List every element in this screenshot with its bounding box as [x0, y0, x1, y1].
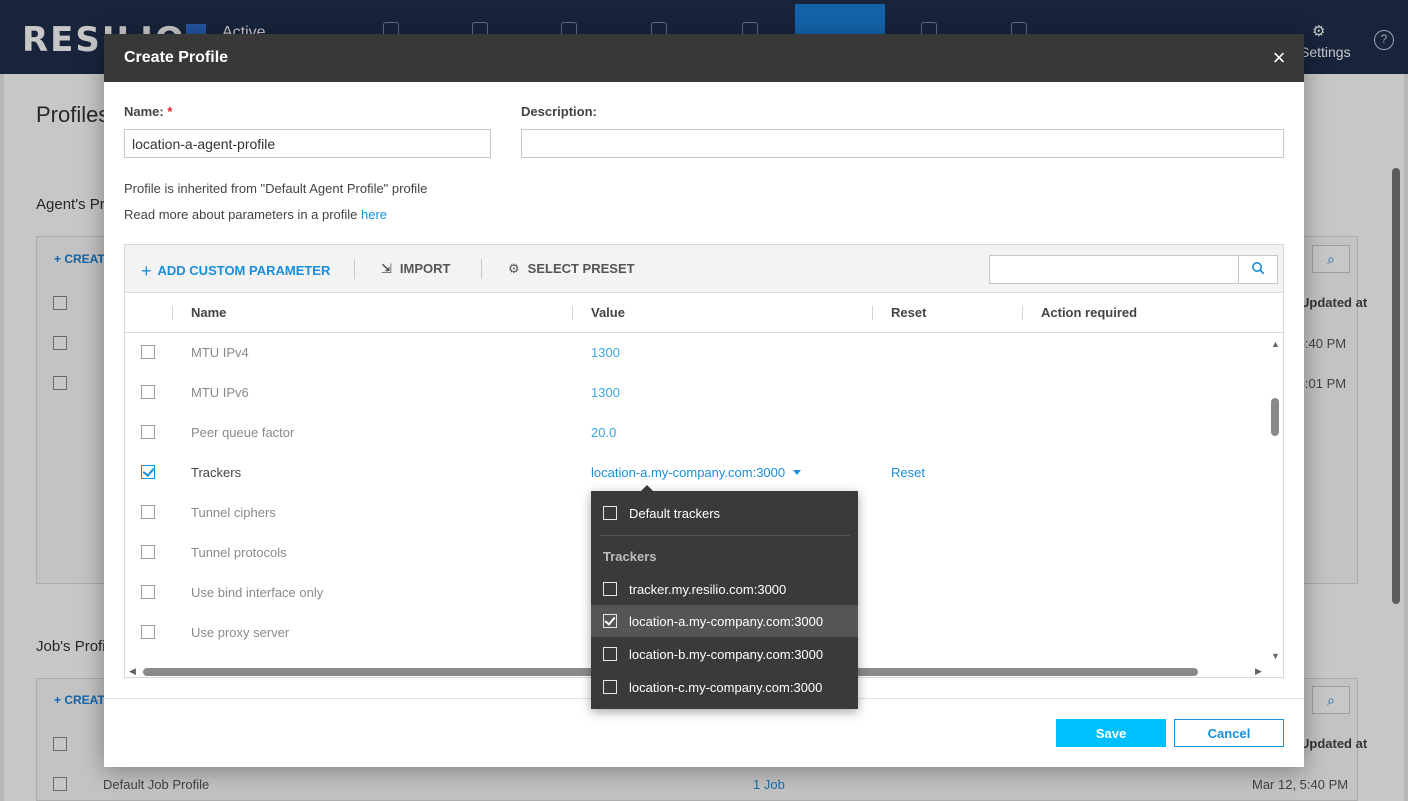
dropdown-checkbox[interactable] [603, 506, 617, 520]
description-input[interactable] [521, 129, 1284, 158]
scroll-up-arrow-icon[interactable]: ▲ [1271, 339, 1280, 349]
row-checkbox[interactable] [141, 385, 155, 399]
dropdown-item-label: location-b.my-company.com:3000 [629, 647, 824, 662]
plus-icon: + [141, 261, 152, 281]
trackers-dropdown-menu: Default trackers Trackers tracker.my.res… [591, 485, 858, 709]
dropdown-item[interactable]: location-c.my-company.com:3000 [591, 671, 858, 703]
import-icon: ⇲ [381, 261, 392, 276]
dropdown-item-selected[interactable]: location-a.my-company.com:3000 [591, 605, 858, 637]
column-divider [1022, 306, 1023, 320]
param-name: Use bind interface only [191, 585, 324, 600]
param-value[interactable]: 1300 [591, 345, 620, 360]
dropdown-group-label: Trackers [603, 549, 657, 564]
dialog-header: Create Profile × [104, 34, 1304, 82]
column-value[interactable]: Value [591, 305, 625, 320]
row-checkbox[interactable] [141, 345, 155, 359]
toolbar-divider [354, 259, 355, 279]
chevron-down-icon [793, 470, 802, 475]
dropdown-item-label: Default trackers [629, 506, 721, 521]
trackers-value-dropdown[interactable]: location-a.my-company.com:3000 [591, 465, 802, 480]
search-button[interactable] [1238, 255, 1278, 284]
column-reset[interactable]: Reset [891, 305, 926, 320]
row-checkbox[interactable] [141, 505, 155, 519]
column-divider [872, 306, 873, 320]
read-more-link[interactable]: here [361, 207, 387, 222]
table-row[interactable]: Peer queue factor 20.0 [125, 413, 1265, 453]
row-checkbox[interactable] [141, 625, 155, 639]
dropdown-checkbox[interactable] [603, 647, 617, 661]
inherit-info-text: Profile is inherited from "Default Agent… [124, 181, 428, 196]
reset-link[interactable]: Reset [891, 465, 925, 480]
dropdown-item-label: tracker.my.resilio.com:3000 [629, 582, 787, 597]
close-icon[interactable]: × [1264, 43, 1294, 73]
select-preset-button[interactable]: ⚙ SELECT PRESET [508, 261, 635, 277]
scroll-right-arrow-icon[interactable]: ▶ [1255, 666, 1262, 677]
table-header: Name Value Reset Action required [125, 293, 1283, 333]
parameter-search-input[interactable] [989, 255, 1239, 284]
param-name: Tunnel ciphers [191, 505, 276, 520]
param-value[interactable]: 1300 [591, 385, 620, 400]
dialog-title: Create Profile [124, 49, 229, 66]
column-divider [172, 306, 173, 320]
column-name[interactable]: Name [191, 305, 226, 320]
scroll-down-arrow-icon[interactable]: ▼ [1271, 651, 1280, 661]
toolbar-divider [481, 259, 482, 279]
row-checkbox[interactable] [141, 425, 155, 439]
dropdown-divider [599, 535, 850, 536]
dropdown-item[interactable]: tracker.my.resilio.com:3000 [591, 573, 858, 605]
table-row[interactable]: MTU IPv6 1300 [125, 373, 1265, 413]
required-mark: * [167, 104, 173, 119]
add-custom-parameter-button[interactable]: + ADD CUSTOM PARAMETER [141, 261, 330, 282]
vertical-scrollbar-thumb[interactable] [1271, 398, 1279, 436]
column-divider [572, 306, 573, 320]
profile-name-input[interactable] [124, 129, 491, 158]
search-icon [1252, 262, 1265, 275]
dropdown-item[interactable]: location-b.my-company.com:3000 [591, 638, 858, 670]
param-name: Trackers [191, 465, 242, 480]
param-name: MTU IPv4 [191, 345, 249, 360]
row-checkbox-checked[interactable] [141, 465, 155, 479]
dropdown-item-label: location-c.my-company.com:3000 [629, 680, 823, 695]
parameters-toolbar: + ADD CUSTOM PARAMETER ⇲ IMPORT ⚙ SELECT PR… [125, 245, 1283, 293]
preset-gear-icon: ⚙ [508, 261, 520, 276]
row-checkbox[interactable] [141, 585, 155, 599]
save-button[interactable]: Save [1056, 719, 1166, 747]
import-button[interactable]: ⇲ IMPORT [381, 261, 450, 277]
row-checkbox[interactable] [141, 545, 155, 559]
param-value[interactable]: 20.0 [591, 425, 616, 440]
cancel-button[interactable]: Cancel [1174, 719, 1284, 747]
param-name: Use proxy server [191, 625, 290, 640]
dropdown-checkbox-checked[interactable] [603, 614, 617, 628]
dropdown-checkbox[interactable] [603, 582, 617, 596]
description-label: Description: [521, 104, 597, 119]
column-action-required[interactable]: Action required [1041, 305, 1137, 320]
dropdown-item-label: location-a.my-company.com:3000 [629, 614, 824, 629]
table-row[interactable]: Trackers location-a.my-company.com:3000 … [125, 453, 1265, 493]
param-name: Peer queue factor [191, 425, 295, 440]
table-row[interactable]: MTU IPv4 1300 [125, 333, 1265, 373]
scroll-left-arrow-icon[interactable]: ◀ [129, 666, 136, 677]
read-more-text: Read more about parameters in a profile … [124, 207, 388, 222]
param-name: MTU IPv6 [191, 385, 249, 400]
dropdown-item-default-trackers[interactable]: Default trackers [591, 497, 858, 529]
name-label: Name: * [124, 104, 173, 119]
param-name: Tunnel protocols [191, 545, 287, 560]
dropdown-checkbox[interactable] [603, 680, 617, 694]
